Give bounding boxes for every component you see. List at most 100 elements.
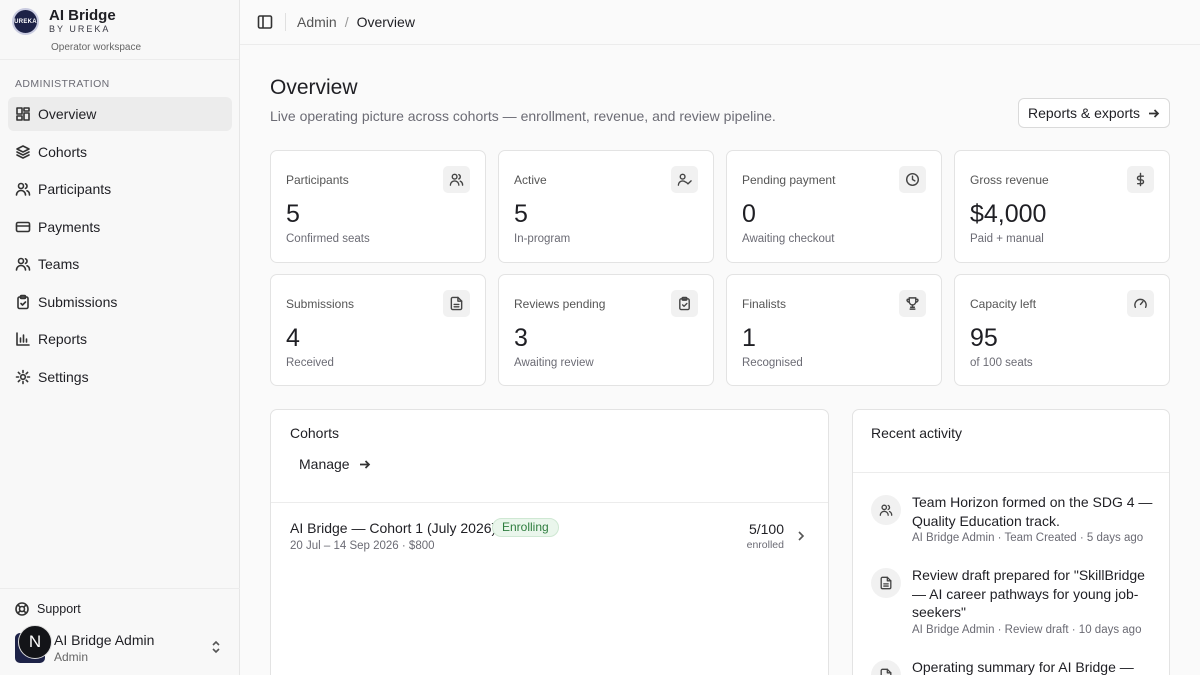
cohort-enrolled-count: 5/100 — [748, 521, 784, 537]
breadcrumb-admin[interactable]: Admin — [297, 14, 337, 30]
gauge-icon — [1127, 290, 1154, 317]
sidebar: UREKA AI Bridge BY UREKA Operator worksp… — [0, 0, 240, 675]
sidebar-item-label: Overview — [38, 106, 97, 122]
sidebar-item-cohorts[interactable]: Cohorts — [8, 135, 232, 169]
stat-sub: Paid + manual — [970, 233, 1044, 245]
stat-value: 95 — [970, 324, 998, 352]
file-icon — [871, 660, 901, 675]
dashboard-icon — [16, 107, 30, 121]
manage-label: Manage — [299, 456, 350, 472]
cohorts-heading: Cohorts — [290, 425, 340, 441]
stat-label: Reviews pending — [514, 297, 606, 311]
sidebar-item-label: Teams — [38, 256, 80, 272]
stat-card-finalists: Finalists 1 Recognised — [726, 274, 942, 386]
avatar-initial: N — [18, 625, 52, 659]
page-title: Overview — [270, 76, 358, 99]
breadcrumb: Admin / Overview — [297, 14, 415, 30]
brand-byline: BY UREKA — [49, 24, 111, 34]
stat-card-submissions: Submissions 4 Received — [270, 274, 486, 386]
dollar-icon — [1127, 166, 1154, 193]
cohort-name: AI Bridge — Cohort 1 (July 2026) — [290, 520, 497, 536]
sidebar-item-label: Cohorts — [38, 143, 88, 160]
activity-meta: AI Bridge Admin · Review draft · 10 days… — [912, 624, 1142, 636]
reports-exports-button[interactable]: Reports & exports — [1018, 98, 1170, 128]
brand-logo[interactable]: UREKA — [12, 8, 39, 35]
sidebar-item-submissions[interactable]: Submissions — [8, 285, 232, 319]
brand-header: UREKA AI Bridge BY UREKA Operator worksp… — [0, 0, 239, 60]
sidebar-toggle-icon[interactable] — [257, 14, 273, 30]
sidebar-item-payments[interactable]: Payments — [8, 210, 232, 244]
bar-chart-icon — [16, 332, 30, 346]
manage-cohorts-link[interactable]: Manage — [299, 456, 371, 472]
sidebar-item-settings[interactable]: Settings — [8, 360, 232, 394]
breadcrumb-separator: / — [344, 14, 349, 30]
user-role: Admin — [54, 650, 89, 664]
brand-name: AI Bridge — [49, 7, 116, 24]
cohort-row[interactable]: AI Bridge — Cohort 1 (July 2026) Enrolli… — [271, 503, 828, 573]
sidebar-item-label: Submissions — [38, 293, 118, 310]
stat-card-active: Active 5 In-program — [498, 150, 714, 263]
user-name: AI Bridge Admin — [54, 632, 155, 648]
stat-value: 3 — [514, 324, 528, 352]
stat-card-capacity-left: Capacity left 95 of 100 seats — [954, 274, 1170, 386]
stat-card-participants: Participants 5 Confirmed seats — [270, 150, 486, 263]
stat-card-reviews-pending: Reviews pending 3 Awaiting review — [498, 274, 714, 386]
stat-value: 5 — [286, 200, 300, 228]
sidebar-item-overview[interactable]: Overview — [8, 97, 232, 131]
breadcrumb-current: Overview — [356, 14, 415, 30]
support-label: Support — [37, 602, 81, 616]
divider — [853, 472, 1169, 473]
stat-value: 4 — [286, 324, 300, 352]
stat-value: 1 — [742, 324, 756, 352]
lifebuoy-icon — [15, 602, 29, 616]
cohort-meta: 20 Jul – 14 Sep 2026 · $800 — [290, 540, 435, 552]
arrow-right-icon — [1149, 108, 1160, 118]
support-link[interactable]: Support — [15, 602, 81, 616]
cohort-enrolled-label: enrolled — [746, 539, 784, 551]
sidebar-item-label: Payments — [38, 218, 101, 235]
gear-icon — [15, 369, 31, 384]
users-icon — [871, 495, 901, 525]
user-check-icon — [671, 166, 698, 193]
file-icon — [871, 568, 901, 598]
user-menu[interactable]: N AI Bridge Admin Admin — [15, 625, 230, 667]
activity-text: Operating summary for AI Bridge — — [912, 659, 1134, 675]
sidebar-footer: Support N AI Bridge Admin Admin — [0, 588, 240, 675]
activity-text: Review draft prepared for "SkillBridge —… — [912, 567, 1145, 620]
stat-sub: Awaiting checkout — [742, 233, 835, 245]
recent-activity-panel: Recent activity Team Horizon formed on t… — [852, 409, 1170, 675]
arrow-right-icon — [359, 459, 370, 469]
section-label-administration: ADMINISTRATION — [15, 78, 110, 90]
credit-card-icon — [15, 221, 31, 232]
sidebar-item-reports[interactable]: Reports — [8, 322, 232, 356]
chevron-right-icon — [798, 531, 805, 541]
sidebar-item-participants[interactable]: Participants — [8, 172, 232, 206]
chevron-up-down-icon — [212, 640, 220, 654]
sidebar-nav: Overview Cohorts Participants Payments T… — [8, 97, 232, 397]
stat-card-pending-payment: Pending payment 0 Awaiting checkout — [726, 150, 942, 263]
clipboard-icon — [17, 294, 29, 309]
clipboard-check-icon — [671, 290, 698, 317]
stat-sub: Awaiting review — [514, 357, 594, 369]
stat-sub: Recognised — [742, 357, 803, 369]
reports-button-label: Reports & exports — [1027, 105, 1141, 121]
activity-meta: AI Bridge Admin · Team Created · 5 days … — [912, 532, 1144, 544]
team-icon — [15, 257, 31, 271]
top-bar: Admin / Overview — [240, 0, 1200, 45]
activity-heading: Recent activity — [871, 425, 963, 441]
stat-value: $4,000 — [970, 200, 1047, 228]
stat-label: Finalists — [742, 297, 787, 311]
users-icon — [15, 182, 31, 196]
trophy-icon — [899, 290, 926, 317]
sidebar-item-label: Participants — [38, 181, 112, 197]
stat-label: Capacity left — [970, 297, 1037, 311]
stat-sub: Received — [286, 357, 334, 369]
users-icon — [443, 166, 470, 193]
stat-label: Active — [514, 173, 547, 187]
file-icon — [443, 290, 470, 317]
sidebar-item-teams[interactable]: Teams — [8, 247, 232, 281]
stat-label: Submissions — [286, 297, 355, 311]
layers-icon — [16, 144, 30, 159]
stat-card-gross-revenue: Gross revenue $4,000 Paid + manual — [954, 150, 1170, 263]
status-badge: Enrolling — [492, 518, 559, 537]
